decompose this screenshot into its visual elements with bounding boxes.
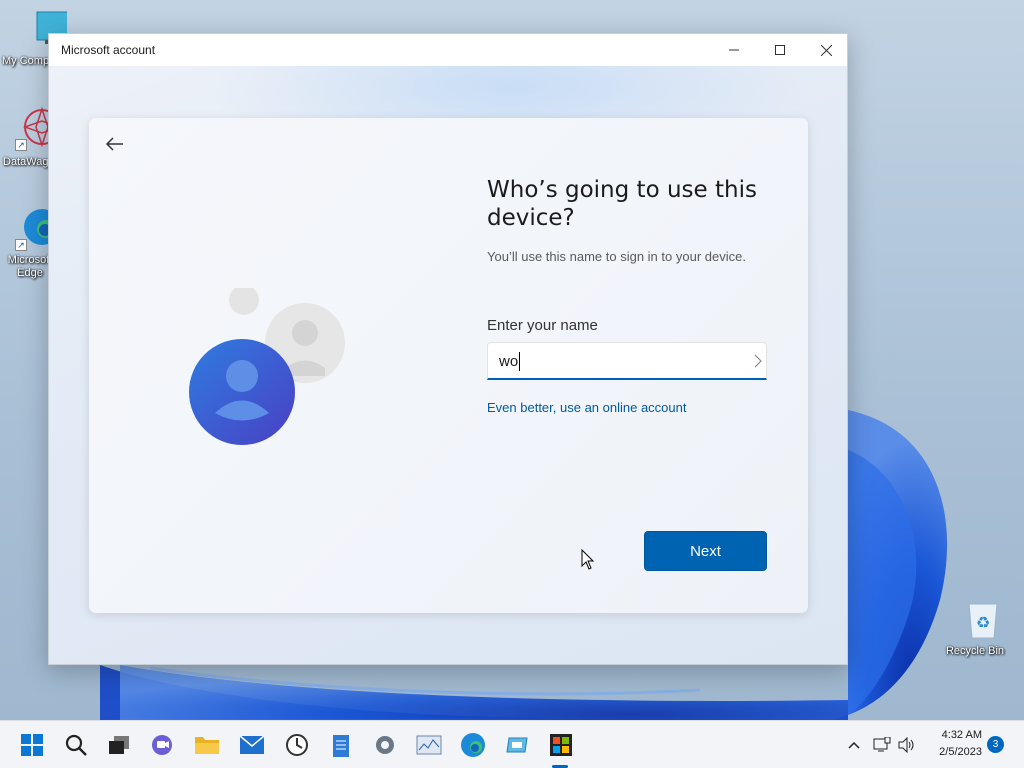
back-button[interactable] <box>103 132 127 156</box>
file-explorer-button[interactable] <box>191 729 223 761</box>
back-arrow-icon <box>105 137 123 151</box>
chevron-right-icon[interactable] <box>752 353 764 369</box>
clock-time[interactable]: 4:32 AM <box>928 729 982 741</box>
page-title: Who’s going to use this device? <box>487 177 757 231</box>
online-account-link[interactable]: Even better, use an online account <box>487 400 686 415</box>
shortcut-arrow-icon: ↗ <box>15 239 27 251</box>
close-button[interactable] <box>803 34 849 66</box>
clock-date[interactable]: 2/5/2023 <box>928 746 982 758</box>
edge-taskbar-button[interactable] <box>457 729 489 761</box>
notification-badge[interactable]: 3 <box>987 736 1004 753</box>
notepad-icon <box>333 735 349 757</box>
chevron-up-icon <box>848 741 860 749</box>
chat-button[interactable] <box>147 729 179 761</box>
text-caret <box>519 352 520 371</box>
task-view-button[interactable] <box>103 729 135 761</box>
search-button[interactable] <box>60 729 92 761</box>
mail-button[interactable] <box>236 729 268 761</box>
maximize-button[interactable] <box>757 34 803 66</box>
taskbar: 4:32 AM 2/5/2023 <box>0 720 1024 768</box>
maximize-icon <box>775 45 785 55</box>
name-field-label: Enter your name <box>487 317 598 334</box>
name-input-value: wo <box>499 353 519 370</box>
store-icon <box>550 734 572 756</box>
recycle-bin-icon: ♻ <box>967 603 998 639</box>
resource-monitor-button[interactable] <box>413 729 445 761</box>
minimize-button[interactable] <box>711 34 757 66</box>
notepad-button[interactable] <box>325 729 357 761</box>
network-icon <box>873 737 891 752</box>
shortcut-arrow-icon: ↗ <box>15 139 27 151</box>
page-subtitle: You’ll use this name to sign in to your … <box>487 249 746 264</box>
volume-icon <box>898 737 914 753</box>
start-button[interactable] <box>16 729 48 761</box>
mouse-cursor-icon <box>581 549 595 570</box>
app-icon <box>506 737 528 753</box>
task-view-icon <box>109 736 129 754</box>
app-taskbar-button[interactable] <box>501 729 533 761</box>
network-button[interactable] <box>868 729 896 761</box>
minimize-icon <box>729 49 739 51</box>
clock-button[interactable] <box>281 729 313 761</box>
show-hidden-icons-button[interactable] <box>839 729 869 761</box>
volume-button[interactable] <box>893 729 921 761</box>
search-icon <box>65 734 87 756</box>
svg-text:♻: ♻ <box>975 613 989 632</box>
name-input[interactable]: wo <box>487 342 767 380</box>
edge-icon <box>461 733 485 757</box>
settings-button[interactable] <box>369 729 401 761</box>
start-icon <box>21 734 43 756</box>
microsoft-account-window: Microsoft account Who’s going to use thi… <box>48 33 848 665</box>
settings-icon <box>376 736 394 754</box>
mail-icon <box>239 735 265 754</box>
window-title: Microsoft account <box>61 43 156 57</box>
chat-icon <box>152 735 172 755</box>
monitor-icon <box>416 735 442 755</box>
user-illustration <box>189 288 345 445</box>
close-icon <box>820 44 832 56</box>
next-button[interactable]: Next <box>644 531 767 571</box>
clock-icon <box>286 734 308 756</box>
store-taskbar-button[interactable] <box>545 729 577 761</box>
title-bar[interactable]: Microsoft account <box>49 34 847 66</box>
desktop-icon-recycle-bin[interactable]: ♻ Recycle Bin <box>940 598 1010 658</box>
oobe-card: Who’s going to use this device? You’ll u… <box>89 118 808 613</box>
desktop-icon-label: Recycle Bin <box>945 645 1005 657</box>
file-explorer-icon <box>195 737 219 754</box>
